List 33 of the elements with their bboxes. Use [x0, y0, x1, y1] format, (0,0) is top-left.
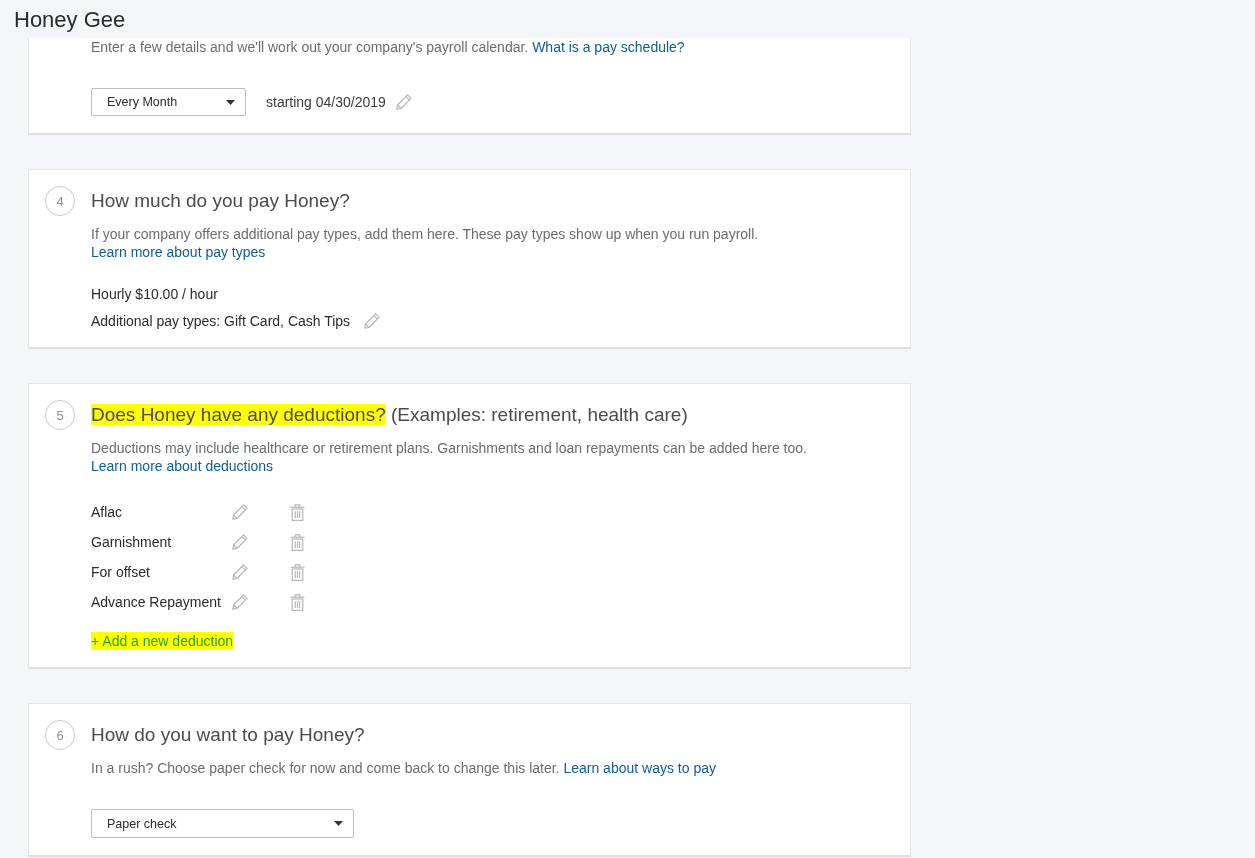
pay-frequency-dropdown[interactable]: Every Month	[91, 88, 246, 116]
section-title: How much do you pay Honey?	[91, 189, 351, 213]
trash-icon[interactable]	[290, 533, 305, 551]
section-description: Enter a few details and we'll work out your company's payroll calendar. What is a pay schedule?	[91, 38, 686, 56]
section-title: Does Honey have any deductions? (Examples: retirement, health care)	[91, 403, 689, 427]
deduction-name: Garnishment	[91, 533, 173, 551]
payment-method-dropdown[interactable]: Paper check	[91, 809, 354, 838]
help-link[interactable]: Learn more about deductions	[91, 458, 274, 474]
section-title: How do you want to pay Honey?	[91, 723, 366, 747]
trash-icon[interactable]	[290, 503, 305, 521]
help-link[interactable]: Learn more about pay types	[91, 244, 266, 260]
pencil-icon[interactable]	[232, 504, 248, 520]
pay-detail-text: Hourly $10.00 / hour	[91, 285, 218, 303]
section-description: If your company offers additional pay types, add them here. These pay types show up when you run payroll. Learn more about pay types	[91, 225, 760, 261]
deduction-name: Advance Repayment	[91, 593, 222, 611]
section-description: In a rush? Choose paper check for now and come back to change this later. Learn about ways to pay	[91, 759, 717, 777]
help-link[interactable]: Learn about ways to pay	[563, 760, 716, 776]
pencil-icon[interactable]	[395, 94, 412, 110]
caret-icon	[334, 821, 343, 826]
page-title: Honey Gee	[14, 7, 126, 33]
pencil-icon[interactable]	[232, 564, 248, 580]
start-date-text: starting 04/30/2019	[266, 94, 386, 110]
pay-detail-text: Additional pay types: Gift Card, Cash Tips	[91, 312, 351, 330]
trash-icon[interactable]	[290, 563, 305, 581]
pencil-icon[interactable]	[232, 534, 248, 550]
section-description: Deductions may include healthcare or retirement plans. Garnishments and loan repayments can be added here too. Learn more about deductions	[91, 439, 808, 475]
deduction-name: For offset	[91, 563, 151, 581]
caret-icon	[226, 99, 235, 105]
help-link[interactable]: What is a pay schedule?	[532, 39, 685, 55]
trash-icon[interactable]	[290, 593, 305, 611]
pencil-icon[interactable]	[364, 313, 381, 329]
deduction-name: Aflac	[91, 503, 124, 521]
pencil-icon[interactable]	[232, 594, 248, 610]
